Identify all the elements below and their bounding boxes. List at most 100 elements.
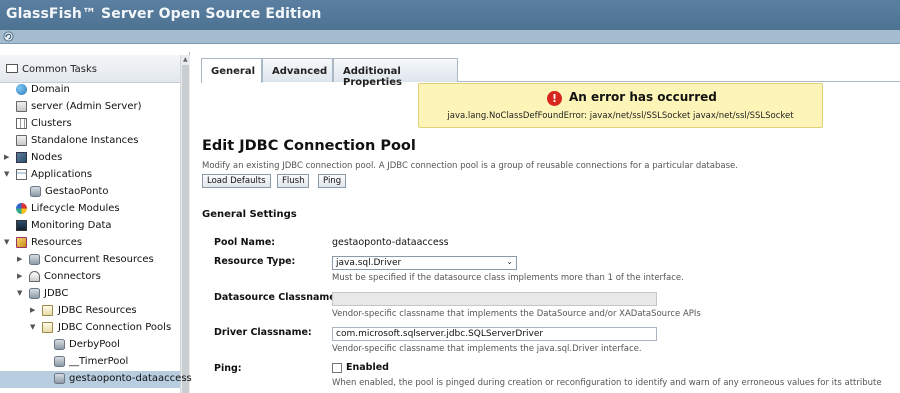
resource-type-value: java.sql.Driver	[336, 258, 402, 268]
navigation-tree: Common Tasks ▲ Domain server (Admin Serv…	[0, 52, 192, 393]
database-icon	[54, 373, 65, 384]
tree-item-label: Monitoring Data	[31, 220, 112, 231]
connector-icon	[29, 271, 40, 282]
load-defaults-button[interactable]: Load Defaults	[202, 174, 271, 188]
folder-icon	[42, 305, 53, 316]
database-icon	[29, 288, 40, 299]
expand-arrow-icon[interactable]: ▶	[30, 306, 38, 314]
tree-item-standalone-instances[interactable]: Standalone Instances	[0, 133, 180, 150]
window-icon	[6, 64, 18, 73]
error-alert: ! An error has occurred java.lang.NoClas…	[418, 83, 823, 128]
app-title: GlassFish™ Server Open Source Edition	[6, 6, 322, 22]
tree-item-domain[interactable]: Domain	[0, 82, 180, 99]
tree-item-label: __TimerPool	[69, 356, 129, 367]
tree-item-label: Domain	[31, 84, 70, 95]
server-icon	[16, 135, 27, 146]
tab-advanced[interactable]: Advanced	[262, 58, 333, 82]
driver-classname-label: Driver Classname:	[214, 327, 312, 338]
cluster-icon	[16, 118, 27, 129]
resource-type-select[interactable]: java.sql.Driver ⌄	[332, 256, 517, 270]
ping-label: Ping:	[214, 363, 242, 374]
tree-item-jdbc-connection-pools[interactable]: ▼ JDBC Connection Pools	[0, 320, 180, 337]
tree-item-clusters[interactable]: Clusters	[0, 116, 180, 133]
pool-name-value: gestaoponto-dataaccess	[332, 237, 449, 248]
refresh-icon[interactable]	[3, 31, 14, 42]
database-icon	[54, 356, 65, 367]
expand-arrow-icon[interactable]: ▶	[4, 153, 12, 161]
tree-item-label: Clusters	[31, 118, 72, 129]
database-icon	[29, 254, 40, 265]
datasource-classname-label: Datasource Classname:	[214, 292, 340, 303]
database-icon	[30, 186, 41, 197]
tree-item-label: Nodes	[31, 152, 63, 163]
resource-type-help: Must be specified if the datasource clas…	[332, 273, 684, 283]
driver-classname-field[interactable]: com.microsoft.sqlserver.jdbc.SQLServerDr…	[332, 327, 657, 341]
error-icon: !	[547, 91, 562, 106]
tree-item-nodes[interactable]: ▶ Nodes	[0, 150, 180, 167]
tree-item-label: Concurrent Resources	[44, 254, 154, 265]
error-heading: An error has occurred	[569, 90, 717, 104]
tree-item-gestaoponto[interactable]: GestaoPonto	[0, 184, 180, 201]
error-message: java.lang.NoClassDefFoundError: javax/ne…	[447, 111, 794, 121]
tree-item-resources[interactable]: ▼ Resources	[0, 235, 180, 252]
common-tasks-label: Common Tasks	[22, 64, 98, 75]
tree-item-server[interactable]: server (Admin Server)	[0, 99, 180, 116]
tree-item-label: Connectors	[44, 271, 101, 282]
tree-item-label: gestaoponto-dataaccess	[69, 373, 192, 384]
globe-icon	[16, 84, 27, 95]
ping-button[interactable]: Ping	[318, 174, 347, 188]
pool-name-label: Pool Name:	[214, 237, 276, 248]
tab-general[interactable]: General	[201, 58, 262, 83]
tree-item-timerpool[interactable]: __TimerPool	[0, 354, 180, 371]
tree-scrollbar[interactable]: ▲	[180, 55, 190, 393]
collapse-arrow-icon[interactable]: ▼	[30, 323, 38, 331]
resource-type-label: Resource Type:	[214, 256, 296, 267]
scrollbar-thumb[interactable]	[182, 65, 189, 393]
monitor-icon	[16, 220, 27, 231]
tree-item-jdbc-resources[interactable]: ▶ JDBC Resources	[0, 303, 180, 320]
expand-arrow-icon[interactable]: ▶	[17, 255, 25, 263]
title-bar: GlassFish™ Server Open Source Edition	[0, 0, 900, 30]
ping-help: When enabled, the pool is pinged during …	[332, 378, 882, 388]
ping-enabled-checkbox[interactable]	[332, 363, 342, 373]
tree-item-monitoring-data[interactable]: Monitoring Data	[0, 218, 180, 235]
collapse-arrow-icon[interactable]: ▼	[17, 289, 25, 297]
page-description: Modify an existing JDBC connection pool.…	[202, 161, 738, 171]
node-icon	[16, 152, 27, 163]
tree-item-label: Resources	[31, 237, 83, 248]
tree-item-derbypool[interactable]: DerbyPool	[0, 337, 180, 354]
application-icon	[16, 169, 27, 180]
datasource-classname-field[interactable]	[332, 292, 657, 306]
tree-item-label: GestaoPonto	[45, 186, 109, 197]
flush-button[interactable]: Flush	[277, 174, 310, 188]
tree-item-concurrent-resources[interactable]: ▶ Concurrent Resources	[0, 252, 180, 269]
common-tasks-header[interactable]: Common Tasks	[0, 55, 180, 83]
masthead-toolbar	[0, 30, 900, 44]
tree-item-applications[interactable]: ▼ Applications	[0, 167, 180, 184]
ping-enabled-label: Enabled	[346, 362, 389, 373]
expand-arrow-icon[interactable]: ▶	[17, 272, 25, 280]
scroll-up-icon[interactable]: ▲	[183, 56, 188, 63]
tree-item-connectors[interactable]: ▶ Connectors	[0, 269, 180, 286]
page-title: Edit JDBC Connection Pool	[202, 138, 416, 154]
tab-additional-properties[interactable]: Additional Properties	[333, 58, 458, 88]
lifecycle-icon	[16, 203, 27, 214]
server-icon	[16, 101, 27, 112]
tree-item-label: JDBC Resources	[58, 305, 137, 316]
tree-item-jdbc[interactable]: ▼ JDBC	[0, 286, 180, 303]
tree-item-label: DerbyPool	[69, 339, 120, 350]
section-title: General Settings	[202, 209, 297, 220]
tree-item-label: Standalone Instances	[31, 135, 139, 146]
tree-item-label: JDBC	[44, 288, 69, 299]
collapse-arrow-icon[interactable]: ▼	[4, 170, 12, 178]
tree-item-gestaoponto-dataaccess[interactable]: gestaoponto-dataaccess	[0, 371, 192, 388]
tree-item-label: JDBC Connection Pools	[58, 322, 172, 333]
collapse-arrow-icon[interactable]: ▼	[4, 238, 12, 246]
driver-classname-help: Vendor-specific classname that implement…	[332, 344, 642, 354]
tab-bar: General Advanced Additional Properties	[201, 57, 900, 88]
chevron-down-icon: ⌄	[506, 257, 513, 266]
tree-item-label: server (Admin Server)	[31, 101, 142, 112]
tree-item-label: Applications	[31, 169, 93, 180]
tree-item-lifecycle-modules[interactable]: Lifecycle Modules	[0, 201, 180, 218]
resources-icon	[16, 237, 27, 248]
